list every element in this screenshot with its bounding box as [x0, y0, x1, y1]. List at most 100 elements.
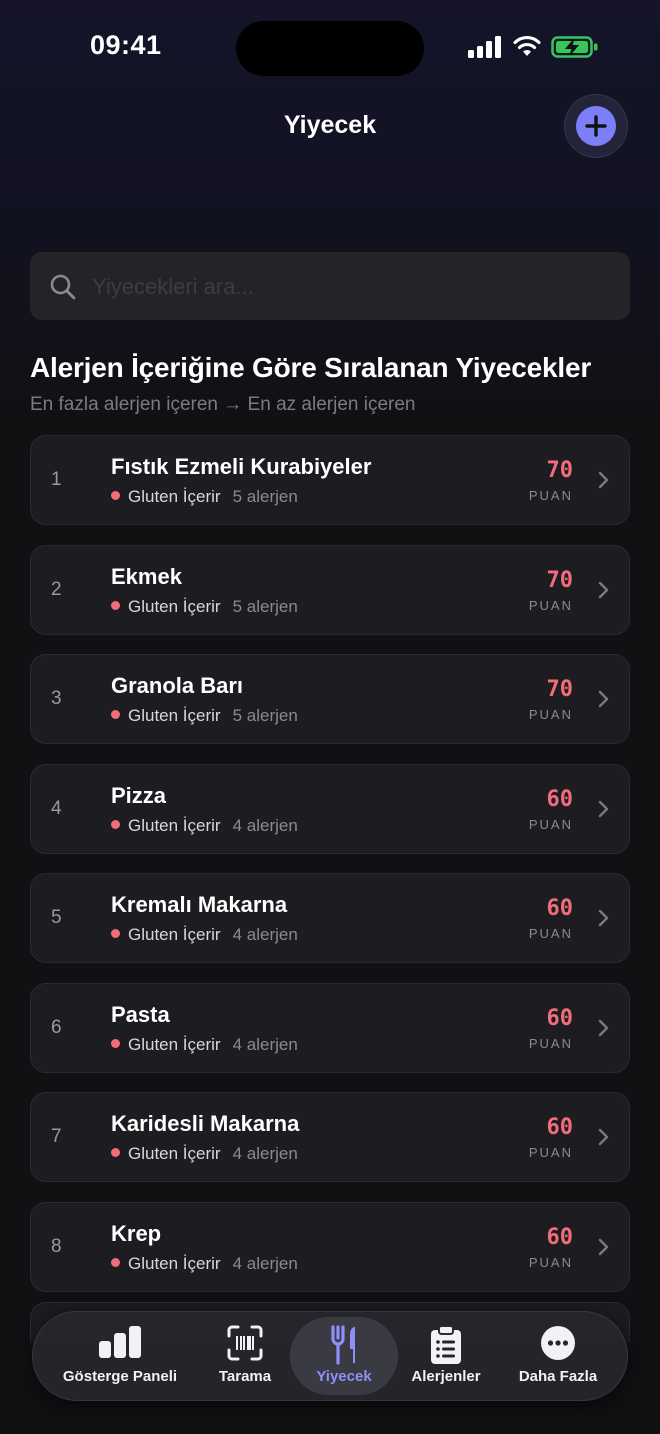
plus-icon	[576, 106, 616, 146]
food-name: Krep	[111, 1220, 162, 1246]
food-name: Fıstık Ezmeli Kurabiyeler	[111, 454, 372, 479]
food-tag: Gluten İçerir	[128, 1253, 221, 1273]
chevron-right-icon	[598, 1128, 609, 1146]
gluten-dot-icon	[111, 819, 120, 829]
food-row[interactable]: 8 Krep Gluten İçerir 4 alerjen 60 PUAN	[30, 1201, 630, 1292]
food-row[interactable]: 7 Karidesli Makarna Gluten İçerir 4 alerj…	[30, 1092, 630, 1182]
fork-knife-icon	[331, 1325, 355, 1365]
food-score: 60	[546, 786, 574, 812]
page-title: Yiyecek	[283, 111, 377, 139]
food-tag: Gluten İçerir	[128, 815, 221, 835]
food-rank: 6	[51, 1016, 62, 1038]
score-label: PUAN	[528, 707, 573, 722]
food-meta: Gluten İçerir 4 alerjen	[111, 1254, 298, 1274]
allergen-count: 5 alerjen	[232, 706, 298, 725]
allergen-count: 5 alerjen	[232, 596, 298, 616]
search-bar[interactable]	[30, 252, 630, 322]
gluten-dot-icon	[111, 929, 120, 938]
score-label: PUAN	[528, 597, 573, 613]
score-label: PUAN	[528, 1145, 573, 1160]
score-label: PUAN	[528, 488, 573, 503]
food-name: Kremalı Makarna	[111, 892, 288, 917]
food-row[interactable]: 2 Ekmek Gluten İçerir 5 alerjen 70 PUAN	[30, 544, 630, 635]
tab-scan[interactable]: Tarama	[202, 1311, 288, 1401]
food-tag: Gluten İçerir	[128, 1034, 221, 1054]
score-label: PUAN	[528, 816, 573, 832]
signal-icon	[468, 36, 501, 58]
food-row[interactable]: 5 Kremalı Makarna Gluten İçerir 4 alerjen…	[30, 873, 630, 963]
food-name: Granola Barı	[111, 673, 244, 698]
status-time: 09:41	[90, 30, 162, 60]
food-tag: Gluten İçerir	[128, 706, 221, 725]
food-rank: 7	[51, 1126, 62, 1147]
tab-label: Yiyecek	[316, 1368, 372, 1385]
food-meta: Gluten İçerir 5 alerjen	[111, 706, 298, 726]
allergen-count: 4 alerjen	[232, 1144, 298, 1163]
food-tag: Gluten İçerir	[128, 925, 221, 944]
more-icon	[541, 1326, 575, 1360]
food-row[interactable]: 6 Pasta Gluten İçerir 4 alerjen 60 PUAN	[30, 982, 630, 1073]
gluten-dot-icon	[111, 1038, 120, 1048]
gluten-dot-icon	[111, 710, 120, 719]
barcode-scan-icon	[227, 1325, 263, 1361]
food-score: 60	[546, 896, 574, 921]
status-bar: 09:41	[0, 0, 660, 96]
food-meta: Gluten İçerir 5 alerjen	[111, 597, 298, 617]
chevron-right-icon	[598, 1019, 609, 1036]
allergen-count: 4 alerjen	[232, 815, 298, 835]
food-score: 60	[546, 1005, 574, 1031]
food-rank: 4	[51, 797, 62, 819]
tab-allergens[interactable]: Alerjenler	[404, 1311, 488, 1401]
food-row[interactable]: 4 Pizza Gluten İçerir 4 alerjen 60 PUAN	[30, 763, 630, 854]
bar-chart-icon	[99, 1326, 141, 1358]
gluten-dot-icon	[111, 600, 120, 610]
food-tag: Gluten İçerir	[128, 1144, 221, 1163]
tab-dashboard[interactable]: Gösterge Paneli	[46, 1311, 194, 1401]
clipboard-list-icon	[431, 1325, 461, 1364]
food-meta: Gluten İçerir 4 alerjen	[111, 925, 298, 945]
search-icon	[50, 274, 76, 300]
allergen-count: 4 alerjen	[232, 1253, 298, 1273]
food-meta: Gluten İçerir 4 alerjen	[111, 816, 298, 836]
food-score: 60	[546, 1115, 574, 1140]
food-name: Pasta	[111, 1001, 170, 1027]
tab-label: Gösterge Paneli	[62, 1368, 178, 1385]
food-name: Pizza	[111, 782, 167, 808]
food-rank: 1	[51, 469, 62, 490]
food-row[interactable]: 3 Granola Barı Gluten İçerir 5 alerjen 70…	[30, 654, 630, 744]
score-label: PUAN	[528, 1035, 573, 1051]
food-row[interactable]: 1 Fıstık Ezmeli Kurabiyeler Gluten İçeri…	[30, 435, 630, 525]
chevron-right-icon	[598, 909, 609, 927]
food-rank: 2	[51, 578, 62, 600]
dynamic-island	[236, 21, 424, 76]
tab-more[interactable]: Daha Fazla	[506, 1311, 610, 1401]
tab-label: Daha Fazla	[518, 1368, 598, 1385]
chevron-right-icon	[598, 581, 609, 598]
search-input[interactable]	[90, 252, 614, 322]
food-meta: Gluten İçerir 4 alerjen	[111, 1144, 298, 1164]
food-list: 1 Fıstık Ezmeli Kurabiyeler Gluten İçeri…	[30, 435, 630, 1311]
battery-charging-icon	[551, 36, 598, 58]
tab-label: Alerjenler	[411, 1368, 481, 1385]
add-food-button[interactable]	[564, 94, 628, 158]
section-title: Alerjen İçeriğine Göre Sıralanan Yiyecek…	[30, 352, 592, 383]
food-meta: Gluten İçerir 4 alerjen	[111, 1035, 298, 1055]
chevron-right-icon	[598, 690, 609, 708]
tab-bar: Gösterge Paneli Tarama Yiyecek Alerjenle…	[32, 1311, 628, 1401]
food-score: 70	[546, 458, 574, 483]
food-name: Karidesli Makarna	[111, 1111, 300, 1136]
food-score: 60	[546, 1224, 574, 1250]
chevron-right-icon	[598, 471, 609, 489]
food-meta: Gluten İçerir 5 alerjen	[111, 487, 298, 507]
tab-food[interactable]: Yiyecek	[290, 1317, 398, 1395]
score-label: PUAN	[528, 1254, 573, 1270]
allergen-count: 4 alerjen	[232, 925, 298, 944]
gluten-dot-icon	[111, 491, 120, 500]
allergen-count: 4 alerjen	[232, 1034, 298, 1054]
food-rank: 5	[51, 907, 62, 928]
allergen-count: 5 alerjen	[232, 487, 298, 506]
food-tag: Gluten İçerir	[128, 487, 221, 506]
food-rank: 3	[51, 688, 62, 709]
gluten-dot-icon	[111, 1257, 120, 1267]
food-score: 70	[546, 567, 574, 593]
